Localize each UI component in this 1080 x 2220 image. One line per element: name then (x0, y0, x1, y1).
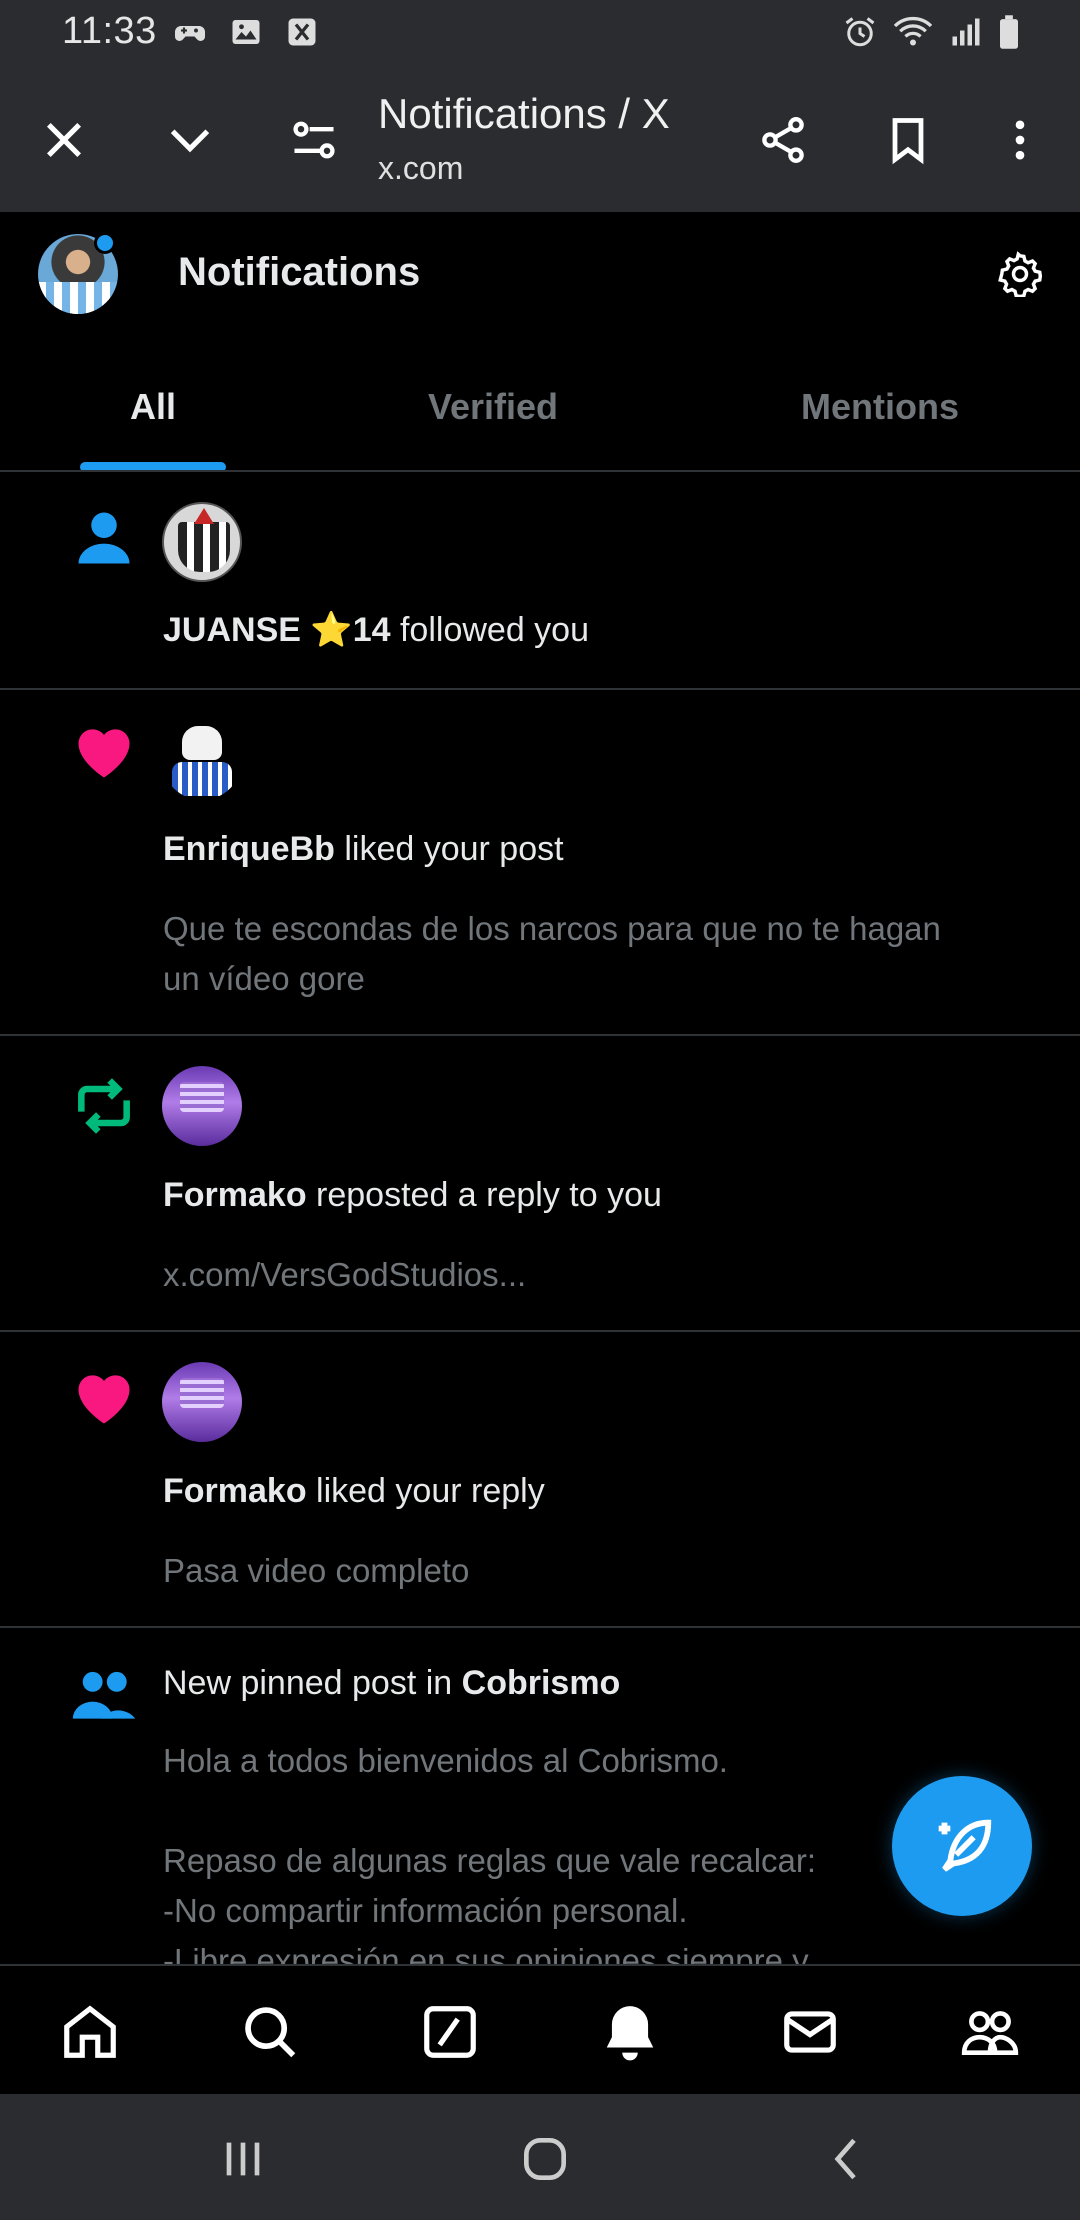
communities-icon (961, 2011, 1019, 2055)
notification-action: New pinned post in (163, 1664, 462, 1702)
messages-icon (784, 2011, 836, 2053)
gear-icon (998, 251, 1043, 297)
browser-toolbar: Notifications / X x.com (0, 68, 1080, 212)
compose-post-icon (938, 1819, 992, 1872)
notifications-header: Notifications All Verified Mentions (0, 212, 1080, 472)
bottom-navigation (0, 1964, 1080, 2094)
heart-icon (66, 1360, 142, 1436)
nav-home[interactable] (54, 1996, 126, 2068)
back-icon (834, 2138, 856, 2180)
notification-item[interactable]: EnriqueBb liked your post Que te esconda… (0, 690, 1080, 1036)
notification-action: reposted a reply to you (306, 1176, 662, 1214)
notification-text: Formako reposted a reply to you (163, 1176, 662, 1215)
nav-grok[interactable] (414, 1996, 486, 2068)
notification-text: New pinned post in Cobrismo (163, 1664, 620, 1703)
notification-text: EnriqueBb liked your post (163, 830, 564, 869)
settings-button[interactable] (990, 244, 1050, 304)
minimize-tab-button[interactable] (154, 104, 226, 176)
recents-icon (226, 2142, 260, 2176)
recents-button[interactable] (208, 2124, 278, 2194)
home-system-button[interactable] (510, 2124, 580, 2194)
post-snippet: Pasa video completo (163, 1552, 470, 1589)
bookmark-button[interactable] (872, 104, 944, 176)
wifi-icon (892, 14, 934, 55)
page-settings-icon (293, 121, 335, 159)
status-bar: 11:33 (0, 0, 1080, 68)
browser-url[interactable]: x.com (378, 150, 463, 187)
repost-icon (66, 1068, 142, 1144)
notification-text: Formako liked your reply (163, 1472, 545, 1511)
user-name[interactable]: Formako (163, 1176, 307, 1214)
tab-all[interactable]: All (80, 342, 226, 472)
battery-icon (998, 14, 1020, 55)
nav-search[interactable] (234, 1996, 306, 2068)
heart-icon (66, 714, 142, 790)
unread-indicator (94, 232, 116, 254)
notification-action: liked your reply (306, 1472, 545, 1510)
x-app-icon (284, 14, 320, 55)
notification-text: JUANSE ⭐14 followed you (163, 610, 589, 650)
grok-icon (424, 2006, 476, 2058)
browser-page-title: Notifications / X (378, 90, 670, 137)
avatar[interactable] (162, 502, 242, 582)
avatar[interactable] (162, 1066, 242, 1146)
close-tab-button[interactable] (28, 104, 100, 176)
nav-communities[interactable] (954, 1996, 1026, 2068)
notification-item[interactable]: JUANSE ⭐14 followed you (0, 472, 1080, 690)
nav-messages[interactable] (774, 1996, 846, 2068)
user-name[interactable]: EnriqueBb (163, 830, 335, 868)
post-snippet-line: -No compartir información personal. (163, 1892, 688, 1929)
user-name[interactable]: Formako (163, 1472, 307, 1510)
image-icon (228, 14, 264, 55)
notifications-bell-icon (606, 2006, 654, 2061)
system-navigation (0, 2094, 1080, 2220)
notification-action: followed you (390, 611, 589, 649)
alarm-icon (842, 14, 878, 55)
notification-action: liked your post (334, 830, 564, 868)
page-settings-button[interactable] (278, 104, 350, 176)
nav-notifications[interactable] (594, 1996, 666, 2068)
chevron-down-icon (170, 129, 210, 153)
search-icon (245, 2007, 296, 2058)
close-icon (46, 122, 82, 158)
avatar[interactable] (162, 720, 242, 800)
game-controller-icon (172, 14, 208, 55)
avatar[interactable] (162, 1362, 242, 1442)
community-name[interactable]: Cobrismo (462, 1664, 621, 1702)
post-snippet: Que te escondas de los narcos para que n… (163, 910, 941, 997)
status-time: 11:33 (62, 10, 157, 52)
share-icon (762, 117, 804, 163)
notification-item[interactable]: Formako liked your reply Pasa video comp… (0, 1332, 1080, 1628)
tab-mentions[interactable]: Mentions (760, 342, 1000, 472)
more-options-button[interactable] (984, 104, 1056, 176)
person-icon (66, 500, 142, 576)
post-snippet-line: -Libre expresión en sus opiniones siempr… (163, 1942, 809, 1964)
back-button[interactable] (812, 2124, 882, 2194)
page-title: Notifications (178, 250, 421, 294)
bookmark-icon (892, 118, 924, 165)
tab-verified[interactable]: Verified (380, 342, 606, 472)
more-vert-icon (1015, 120, 1025, 160)
post-snippet-line: Hola a todos bienvenidos al Cobrismo. (163, 1742, 728, 1779)
post-snippet-line: Repaso de algunas reglas que vale recalc… (163, 1842, 817, 1879)
post-snippet[interactable]: x.com/VersGodStudios... (163, 1250, 963, 1300)
notification-item[interactable]: Formako reposted a reply to you x.com/Ve… (0, 1036, 1080, 1332)
home-circle-icon (524, 2138, 566, 2180)
compose-post-button[interactable] (892, 1776, 1032, 1916)
signal-icon (948, 14, 984, 55)
share-button[interactable] (747, 104, 819, 176)
notification-tabs: All Verified Mentions (0, 342, 1080, 472)
home-icon (64, 2005, 116, 2058)
community-icon (66, 1658, 142, 1734)
user-name[interactable]: JUANSE ⭐14 (163, 611, 391, 649)
